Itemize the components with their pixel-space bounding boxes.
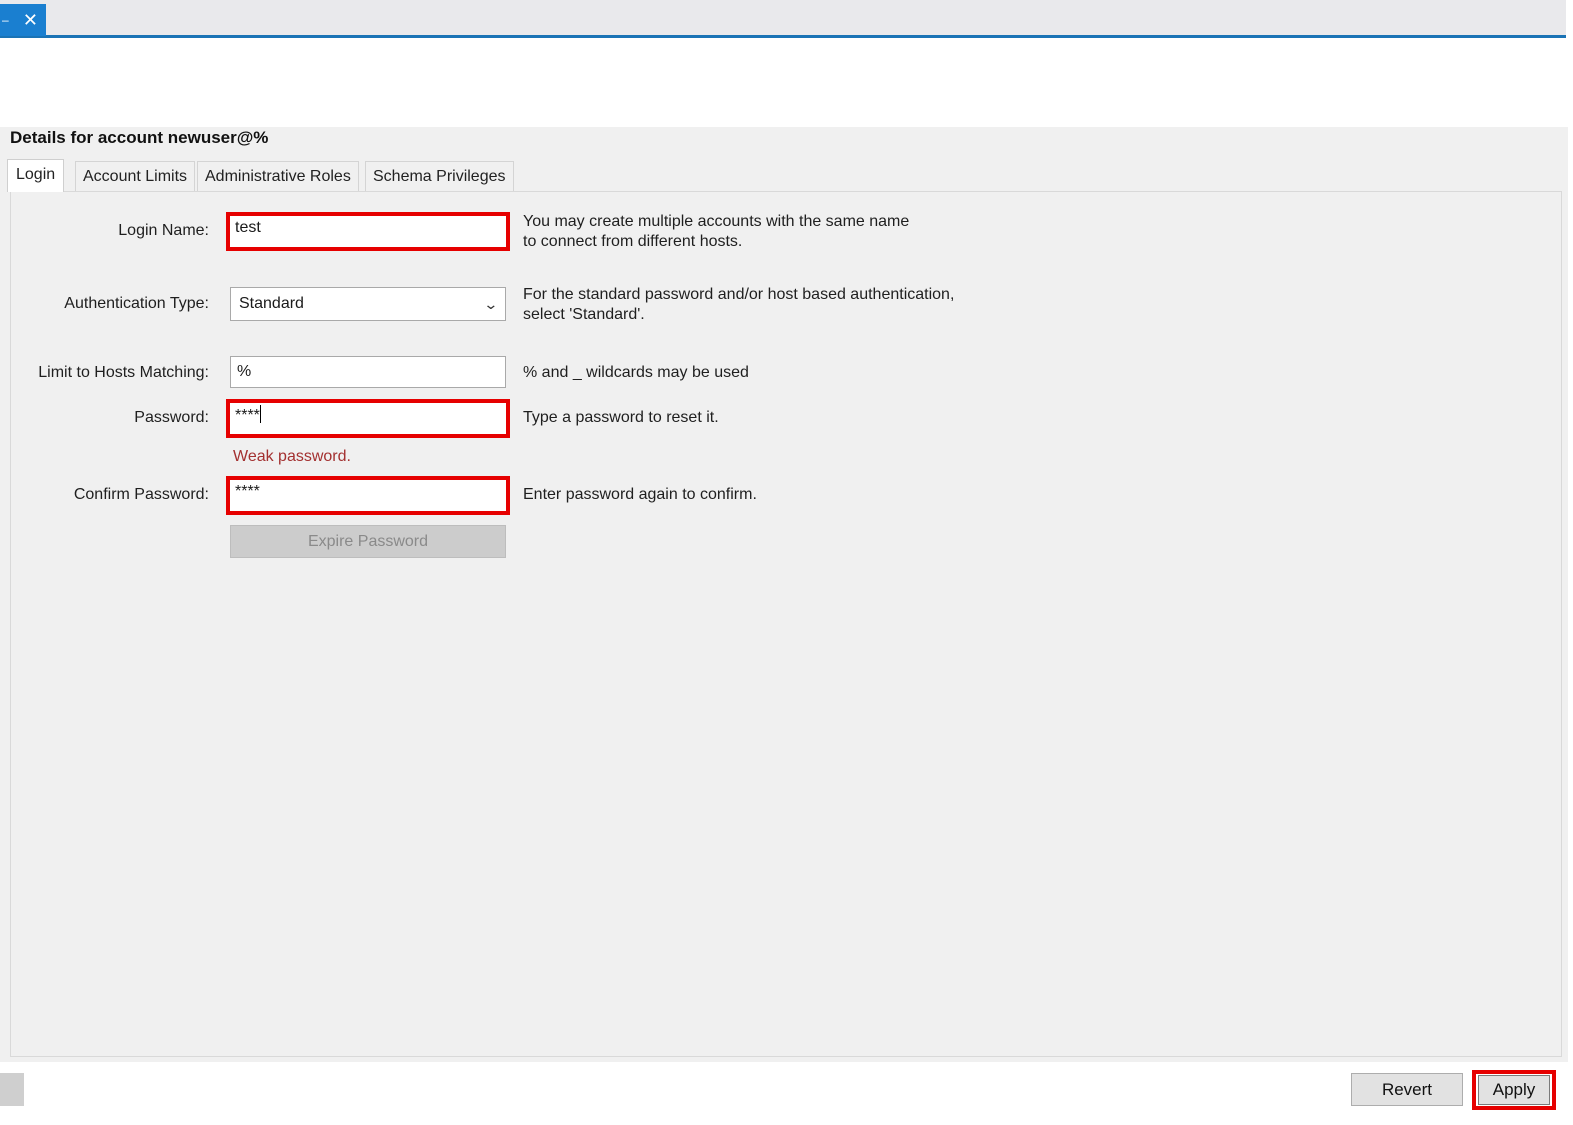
hosts-hint: % and _ wildcards may be used xyxy=(523,364,749,381)
tab-login[interactable]: Login xyxy=(7,159,65,192)
text-caret xyxy=(259,405,261,423)
auth-type-hint: For the standard password and/or host ba… xyxy=(523,285,954,325)
password-label: Password: xyxy=(134,409,209,426)
hosts-input[interactable]: % xyxy=(230,356,506,388)
auth-type-select[interactable]: Standard ⌄ xyxy=(230,287,506,321)
password-input[interactable]: **** xyxy=(226,399,510,438)
login-name-hint: You may create multiple accounts with th… xyxy=(523,212,909,252)
confirm-password-hint: Enter password again to confirm. xyxy=(523,486,757,503)
password-hint: Type a password to reset it. xyxy=(523,409,719,426)
expire-password-button[interactable]: Expire Password xyxy=(230,525,506,558)
tab-administrative-roles[interactable]: Administrative Roles xyxy=(197,161,359,191)
page-title: Details for account newuser@% xyxy=(10,128,269,147)
revert-button[interactable]: Revert xyxy=(1351,1073,1463,1106)
auth-type-value: Standard xyxy=(239,295,304,312)
auth-type-label: Authentication Type: xyxy=(64,295,209,312)
login-name-input[interactable]: test xyxy=(226,212,510,251)
hosts-label: Limit to Hosts Matching: xyxy=(38,364,209,381)
login-name-hint-line1: You may create multiple accounts with th… xyxy=(523,213,910,230)
title-bar xyxy=(0,0,1568,38)
chevron-down-icon: ⌄ xyxy=(483,296,499,312)
login-name-label: Login Name: xyxy=(118,222,209,239)
tab-schema-privileges[interactable]: Schema Privileges xyxy=(365,161,514,191)
close-icon[interactable]: ✕ xyxy=(23,10,38,31)
scroll-stub[interactable] xyxy=(0,1073,24,1106)
weak-password-warning: Weak password. xyxy=(233,448,351,465)
apply-button[interactable]: Apply xyxy=(1478,1075,1550,1105)
confirm-password-input[interactable]: **** xyxy=(226,476,510,515)
header-area xyxy=(0,41,1568,127)
password-value: **** xyxy=(235,407,260,424)
auth-type-hint-line1: For the standard password and/or host ba… xyxy=(523,286,955,303)
document-tab-close[interactable]: – ✕ xyxy=(0,4,46,36)
footer-bar xyxy=(0,1062,1573,1125)
confirm-password-label: Confirm Password: xyxy=(73,486,209,503)
tab-account-limits[interactable]: Account Limits xyxy=(75,161,196,191)
auth-type-hint-line2: select 'Standard'. xyxy=(523,306,645,323)
login-name-hint-line2: to connect from different hosts. xyxy=(523,233,743,250)
minimize-icon[interactable]: – xyxy=(2,13,9,27)
